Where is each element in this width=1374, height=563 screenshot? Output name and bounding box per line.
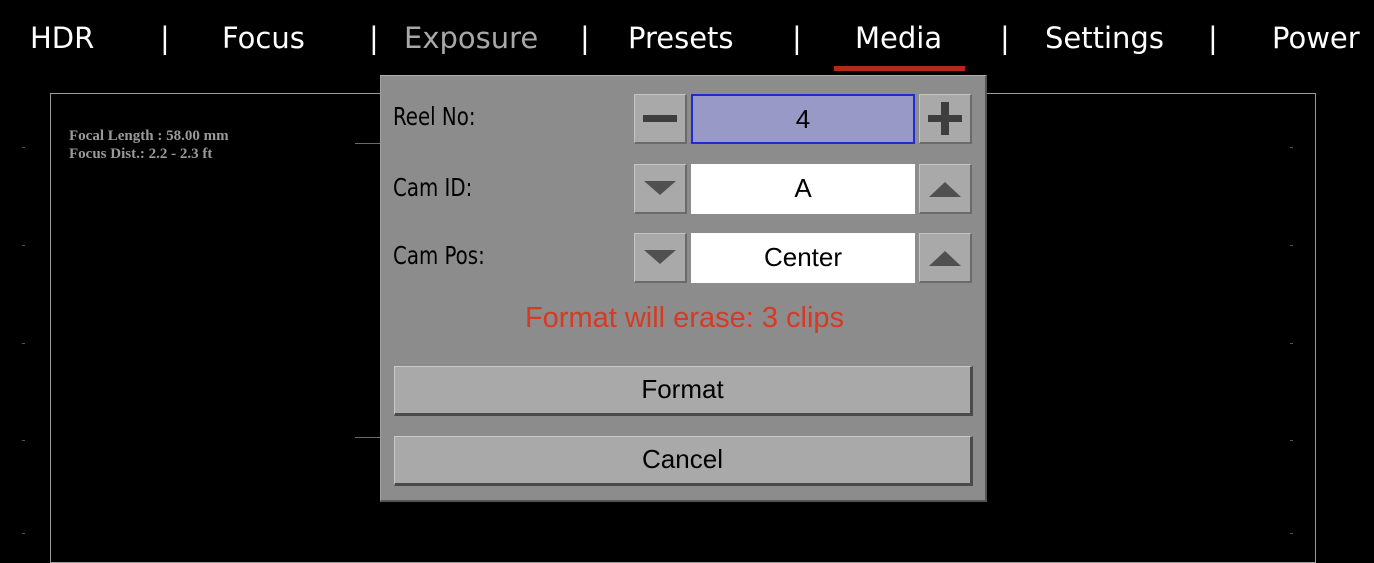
reel-number-field[interactable]: 4 (691, 94, 915, 144)
reel-number-label: Reel No: (393, 102, 476, 131)
cam-pos-field[interactable]: Center (691, 233, 915, 283)
cam-pos-increment-button[interactable] (919, 233, 972, 283)
focus-distance-readout: Focus Dist.: 2.2 - 2.3 ft (69, 146, 213, 162)
cam-id-decrement-button[interactable] (634, 164, 687, 214)
menu-separator: | (792, 21, 802, 55)
menu-item-settings[interactable]: Settings (1045, 18, 1164, 58)
frame-tick (22, 343, 25, 344)
menu-item-hdr[interactable]: HDR (30, 18, 94, 58)
frame-tick (22, 440, 25, 441)
lens-info-overlay: Focal Length : 58.00 mm Focus Dist.: 2.2… (69, 127, 229, 163)
menu-item-presets[interactable]: Presets (628, 18, 734, 58)
format-warning-message: Format will erase: 3 clips (524, 302, 845, 334)
active-tab-indicator (834, 66, 965, 71)
format-media-dialog: Reel No: 4 Cam ID: A Cam Pos: Center For… (380, 75, 987, 502)
plus-icon (928, 102, 962, 135)
frame-guide-line (355, 437, 380, 438)
cam-id-field[interactable]: A (691, 164, 915, 214)
triangle-down-icon (644, 181, 676, 195)
frame-tick (1290, 245, 1293, 246)
cam-pos-decrement-button[interactable] (634, 233, 687, 283)
menu-separator: | (1000, 21, 1010, 55)
menu-item-exposure[interactable]: Exposure (404, 18, 538, 58)
menu-separator: | (369, 21, 379, 55)
cam-id-increment-button[interactable] (919, 164, 972, 214)
reel-decrement-button[interactable] (634, 94, 687, 144)
frame-tick (22, 147, 25, 148)
minus-icon (643, 115, 677, 122)
frame-tick (1290, 343, 1293, 344)
menu-item-focus[interactable]: Focus (222, 18, 305, 58)
cancel-button[interactable]: Cancel (394, 436, 973, 486)
menu-separator: | (1208, 21, 1218, 55)
menu-separator: | (160, 21, 170, 55)
reel-increment-button[interactable] (919, 94, 972, 144)
top-menu-bar: HDR | Focus | Exposure | Presets | Media… (0, 0, 1374, 78)
menu-item-media[interactable]: Media (855, 18, 942, 58)
cam-id-label: Cam ID: (393, 173, 473, 202)
triangle-up-icon (929, 251, 961, 266)
triangle-down-icon (644, 250, 676, 264)
focal-length-readout: Focal Length : 58.00 mm (69, 128, 229, 144)
frame-tick (1290, 147, 1293, 148)
menu-separator: | (580, 21, 590, 55)
frame-tick (22, 533, 25, 534)
triangle-up-icon (929, 182, 961, 197)
frame-tick (1290, 440, 1293, 441)
format-button[interactable]: Format (394, 366, 973, 416)
cam-pos-label: Cam Pos: (393, 241, 485, 270)
frame-guide-line (355, 143, 380, 144)
frame-tick (22, 245, 25, 246)
menu-item-power[interactable]: Power (1272, 18, 1360, 58)
frame-tick (1290, 533, 1293, 534)
